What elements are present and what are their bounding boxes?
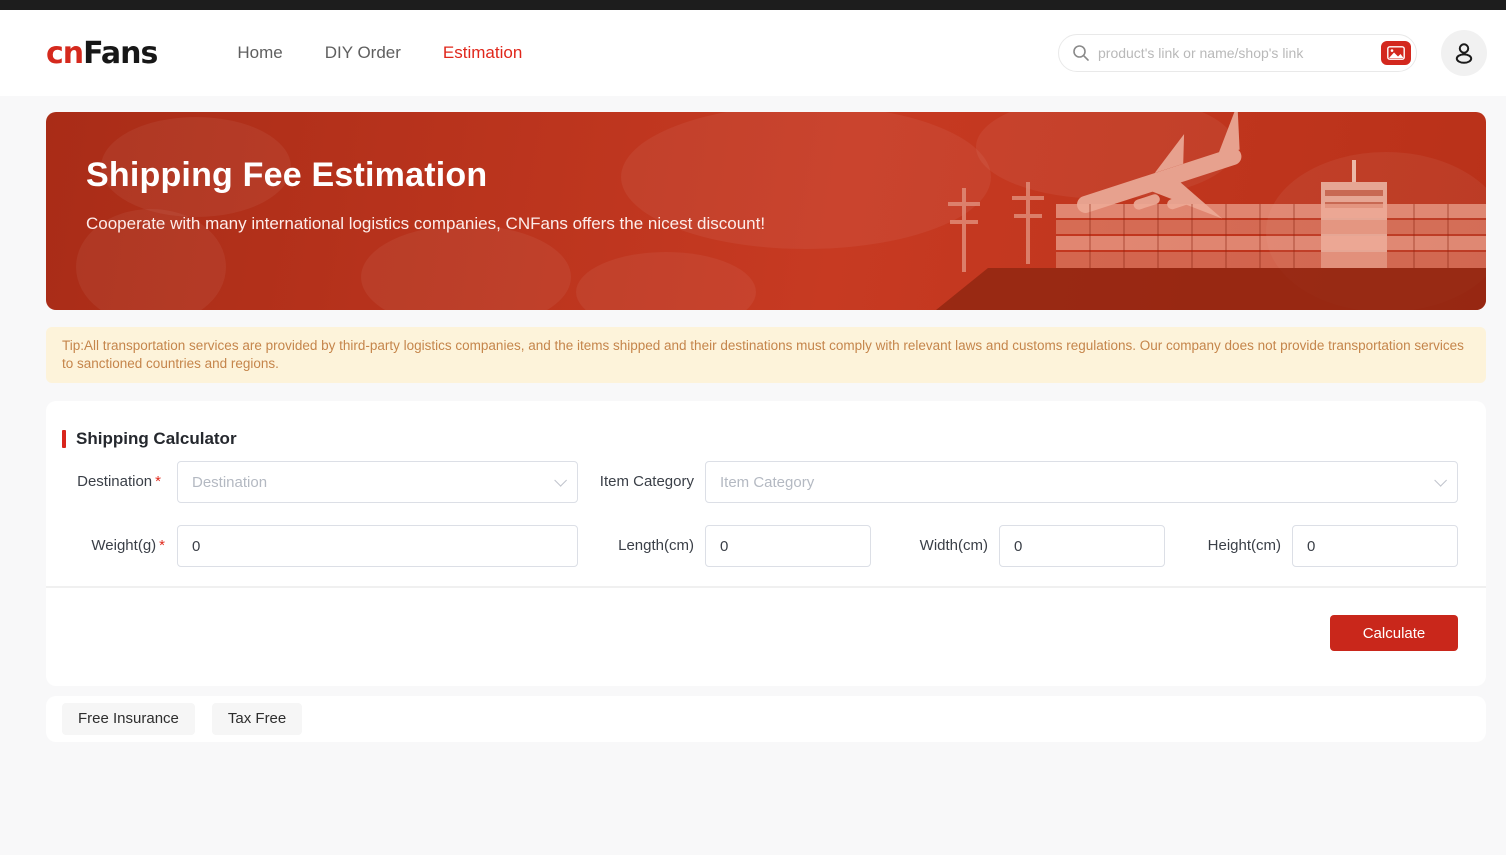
cnfans-logo[interactable]: cnFans: [46, 36, 157, 71]
cargo-ship-icon: [936, 160, 1486, 310]
nav-item-diy-order[interactable]: DIY Order: [325, 43, 401, 63]
logo-part-fans: Fans: [83, 36, 157, 71]
required-mark: *: [159, 537, 165, 554]
tab-tax-free[interactable]: Tax Free: [212, 703, 302, 735]
required-mark: *: [155, 473, 161, 490]
image-search-button[interactable]: [1381, 41, 1411, 65]
image-search-icon: [1387, 46, 1405, 60]
calculator-title: Shipping Calculator: [76, 429, 237, 449]
nav-item-home[interactable]: Home: [237, 43, 282, 63]
calculate-button[interactable]: Calculate: [1330, 615, 1458, 651]
user-avatar-button[interactable]: [1441, 30, 1487, 76]
search-icon: [1072, 44, 1090, 62]
page-title: Shipping Fee Estimation: [86, 156, 487, 195]
weight-label: Weight(g)*: [46, 525, 165, 567]
height-label: Height(cm): [1171, 525, 1281, 567]
tip-banner: Tip:All transportation services are prov…: [46, 327, 1486, 383]
benefits-tabs-card: Free Insurance Tax Free: [46, 696, 1486, 742]
calculator-title-row: Shipping Calculator: [62, 429, 237, 449]
search-bar[interactable]: [1058, 34, 1417, 72]
width-input[interactable]: [999, 525, 1165, 567]
page-subtitle: Cooperate with many international logist…: [86, 214, 765, 234]
width-label: Width(cm): [886, 525, 988, 567]
page-content: Shipping Fee Estimation Cooperate with m…: [0, 96, 1506, 742]
weight-input[interactable]: [177, 525, 578, 567]
main-nav: Home DIY Order Estimation: [237, 43, 522, 63]
user-avatar-icon: [1451, 40, 1477, 66]
card-divider: [46, 586, 1486, 588]
chevron-down-icon: [554, 474, 567, 487]
chevron-down-icon: [1434, 474, 1447, 487]
logo-part-cn: cn: [46, 36, 83, 71]
nav-item-estimation[interactable]: Estimation: [443, 43, 522, 63]
length-label: Length(cm): [586, 525, 694, 567]
search-input[interactable]: [1098, 45, 1381, 61]
red-accent-bar: [62, 430, 66, 448]
item-category-placeholder: Item Category: [720, 474, 1434, 491]
item-category-label: Item Category: [586, 461, 694, 503]
shipping-calculator-card: Shipping Calculator Destination* Destina…: [46, 401, 1486, 686]
height-input[interactable]: [1292, 525, 1458, 567]
banner-illustration: [906, 112, 1486, 310]
hero-banner: Shipping Fee Estimation Cooperate with m…: [46, 112, 1486, 310]
tab-free-insurance[interactable]: Free Insurance: [62, 703, 195, 735]
destination-select[interactable]: Destination: [177, 461, 578, 503]
top-black-bar: [0, 0, 1506, 10]
destination-placeholder: Destination: [192, 474, 554, 491]
destination-label: Destination*: [46, 461, 161, 503]
item-category-select[interactable]: Item Category: [705, 461, 1458, 503]
length-input[interactable]: [705, 525, 871, 567]
main-header: cnFans Home DIY Order Estimation: [0, 10, 1506, 96]
